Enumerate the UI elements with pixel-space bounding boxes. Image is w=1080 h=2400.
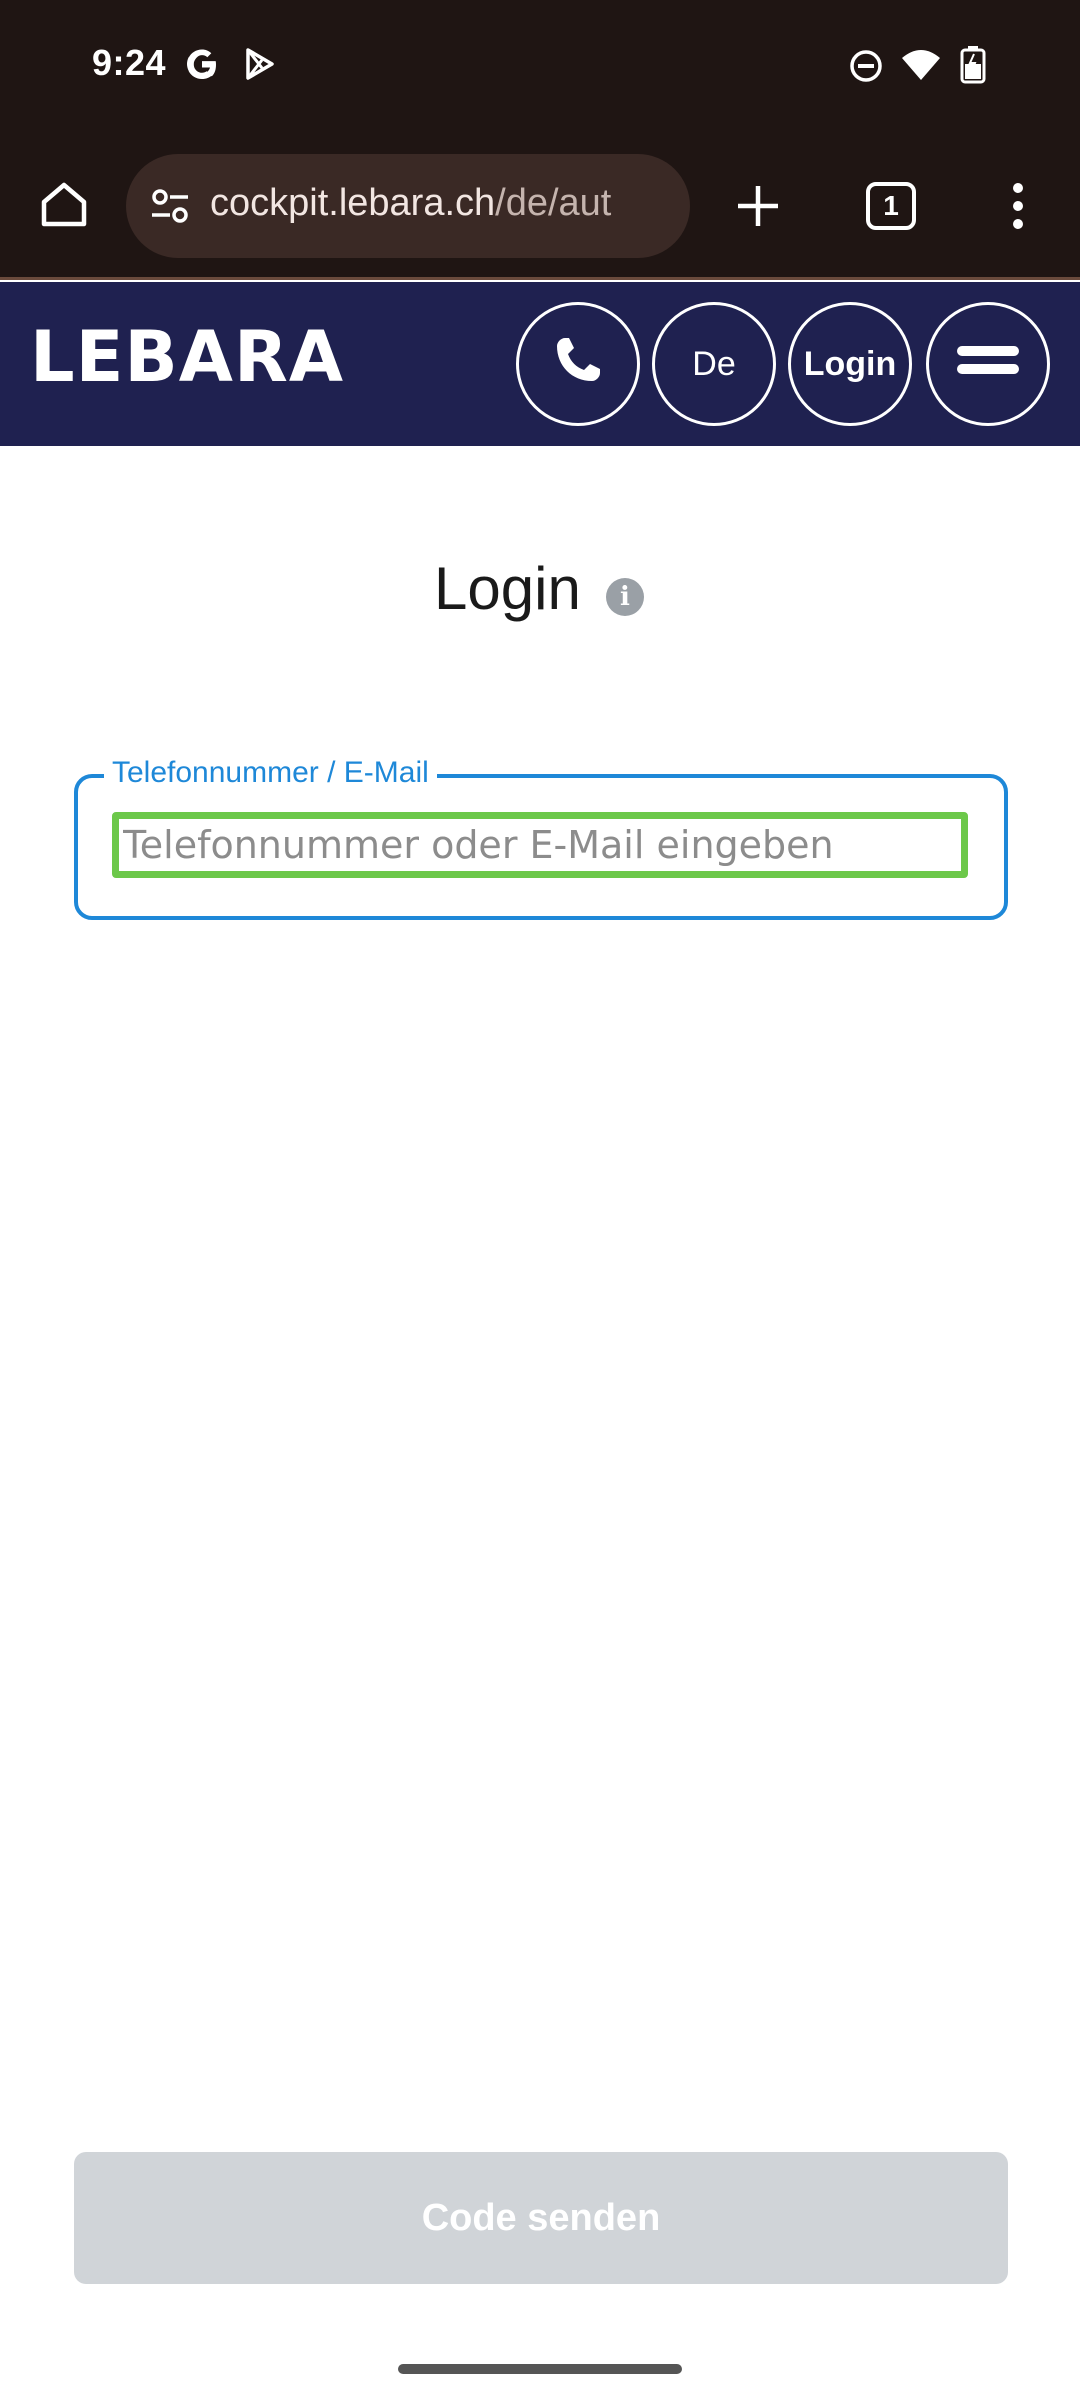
new-tab-icon[interactable] [730,178,786,234]
do-not-disturb-icon [848,48,884,89]
identifier-input[interactable] [112,812,968,878]
language-button[interactable]: De [652,302,776,426]
phone-icon [550,332,606,397]
more-menu-icon[interactable] [1000,178,1036,234]
send-code-button[interactable]: Code senden [74,2152,1008,2284]
url-host: cockpit.lebara.ch [210,182,496,224]
wifi-icon [900,48,942,89]
hamburger-icon [953,340,1023,389]
url-text: cockpit.lebara.ch/de/aut [210,182,680,225]
gesture-home-indicator[interactable] [398,2364,682,2374]
site-header: LEBARA De Login [0,282,1080,446]
info-icon[interactable]: i [606,578,644,616]
browser-toolbar: cockpit.lebara.ch/de/aut 1 [0,136,1080,280]
lebara-logo[interactable]: LEBARA [30,316,344,398]
status-bar: 9:24 [0,0,1080,136]
hamburger-menu-button[interactable] [926,302,1050,426]
url-path: /de/aut [495,182,612,224]
site-settings-icon[interactable] [148,184,192,233]
identifier-field-label: Telefonnummer / E-Mail [104,756,437,790]
call-button[interactable] [516,302,640,426]
login-button[interactable]: Login [788,302,912,426]
tab-switcher-button[interactable]: 1 [866,182,916,230]
battery-icon [958,44,992,89]
page-title: Login [434,555,581,622]
google-icon [182,44,222,89]
status-time: 9:24 [92,42,167,83]
address-bar[interactable]: cockpit.lebara.ch/de/aut [126,154,690,258]
play-store-icon [242,46,278,87]
home-icon[interactable] [36,176,92,232]
